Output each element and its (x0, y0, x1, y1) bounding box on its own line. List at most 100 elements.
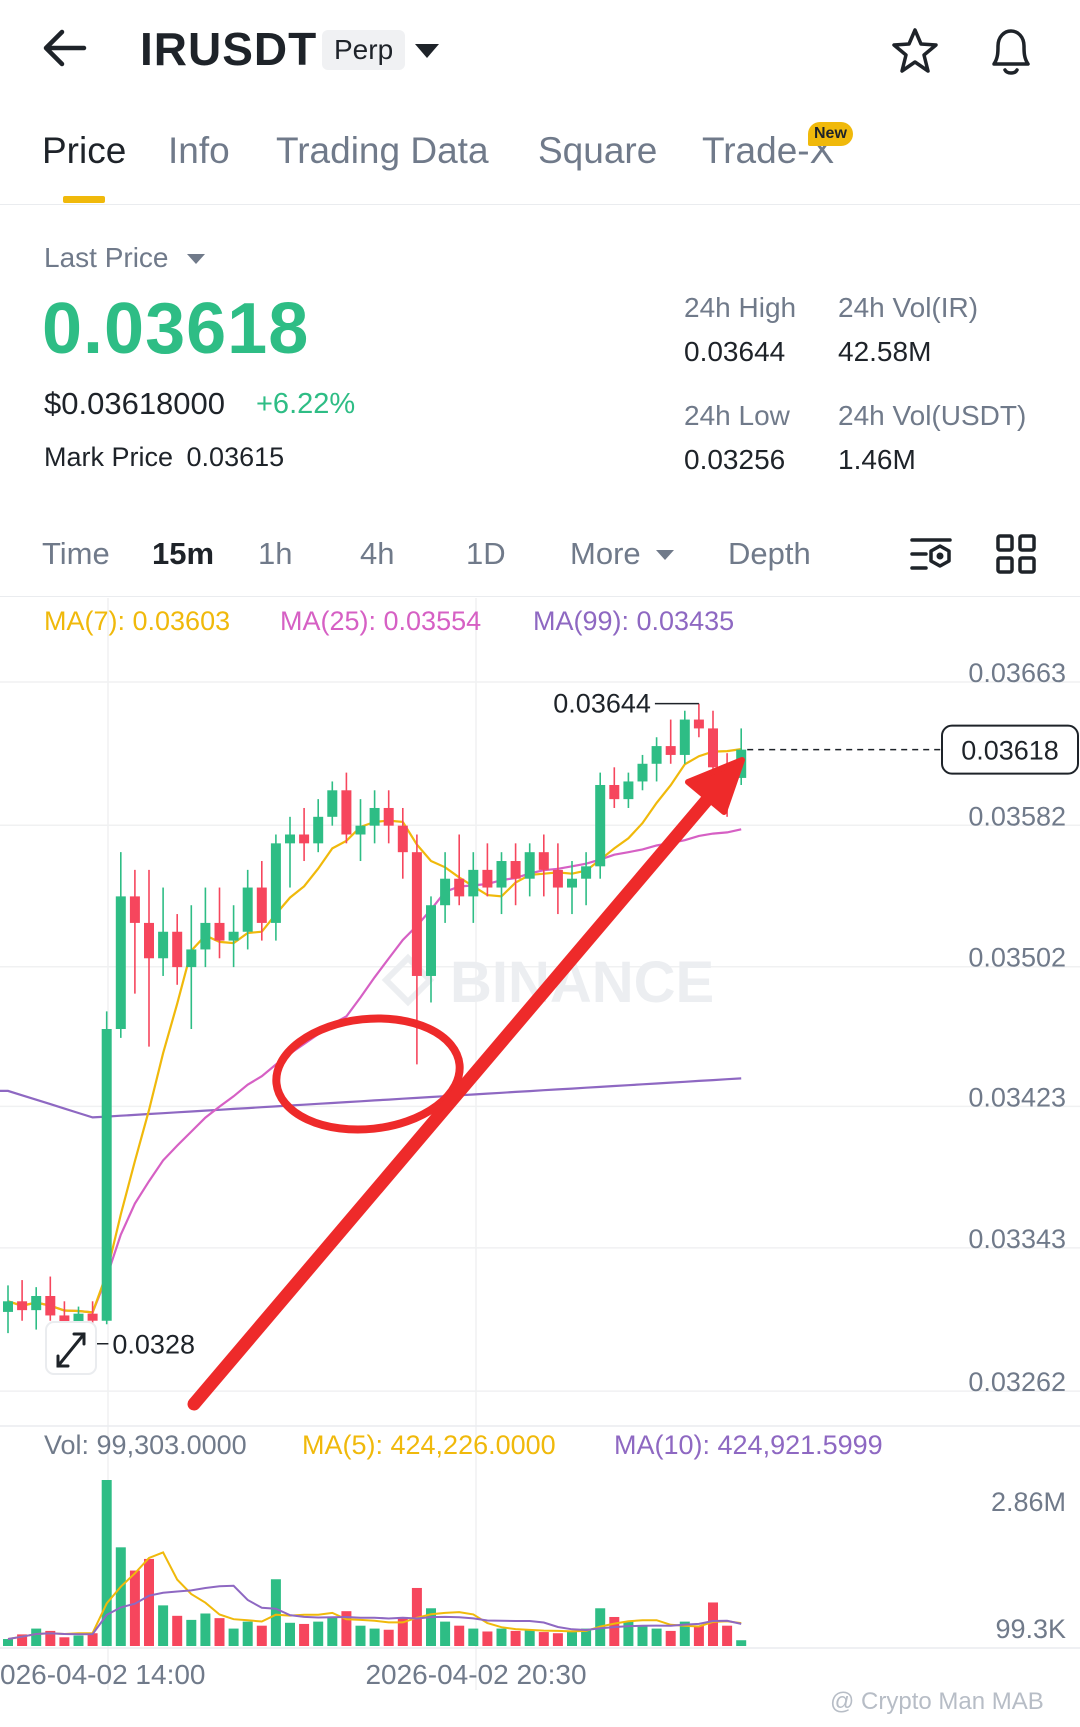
volume-bar (355, 1625, 366, 1646)
volume-bar (270, 1579, 281, 1646)
candle-body (200, 922, 211, 950)
volume-bar (736, 1640, 747, 1646)
volume-bar (665, 1630, 676, 1646)
candle-body (482, 869, 493, 888)
candle-body (693, 719, 704, 729)
volume-bar (186, 1619, 197, 1646)
candle-body (538, 852, 549, 870)
volume-bar (496, 1628, 507, 1646)
volume-axis-tick: 99.3K (995, 1614, 1066, 1644)
binance-logo-watermark (381, 953, 435, 1007)
volume-bar (454, 1625, 465, 1646)
volume-bar (313, 1621, 324, 1646)
volume-bar (200, 1613, 211, 1646)
volume-bar (708, 1602, 718, 1646)
binance-watermark: BINANCE (450, 950, 714, 1015)
candle-body (285, 834, 295, 844)
candle-body (3, 1301, 13, 1312)
candle-body (552, 869, 563, 888)
volume-bar (59, 1637, 70, 1646)
candle-body (144, 922, 154, 959)
price-axis-tick: 0.03262 (968, 1367, 1066, 1397)
candle-body (426, 905, 436, 976)
volume-bar (651, 1628, 662, 1646)
volume-bar (538, 1632, 549, 1646)
volume-bar (327, 1616, 338, 1646)
volume-bar (609, 1616, 620, 1646)
candle-body (158, 931, 169, 959)
candle-body (651, 746, 662, 764)
candle-body (510, 861, 521, 879)
current-price-tag: 0.03618 (961, 736, 1059, 766)
volume-bar (228, 1628, 239, 1646)
high-marker-label: 0.03644 (553, 689, 651, 719)
x-axis-tick: 026-04-02 14:00 (0, 1659, 206, 1690)
credit-watermark: @ Crypto Man MAB (830, 1688, 1044, 1715)
candle-body (369, 807, 380, 826)
volume-bar (3, 1639, 13, 1646)
volume-ma5-legend: MA(5): 424,226.0000 (302, 1430, 556, 1460)
volume-bar (440, 1621, 451, 1646)
candle-body (115, 896, 126, 1029)
ma25-legend: MA(25): 0.03554 (280, 606, 482, 636)
price-axis-tick: 0.03423 (968, 1082, 1066, 1112)
volume-bar (693, 1625, 704, 1646)
volume-bar (158, 1605, 169, 1646)
candle-body (45, 1295, 56, 1316)
candle-body (595, 784, 606, 867)
candle-body (637, 763, 648, 782)
volume-bar (468, 1628, 479, 1646)
volume-legend: Vol: 99,303.0000 (44, 1430, 247, 1460)
candle-body (17, 1301, 28, 1311)
x-axis-tick: 2026-04-02 20:30 (365, 1659, 586, 1690)
candle-body (186, 949, 197, 968)
candle-body (228, 931, 239, 941)
candle-body (172, 931, 183, 968)
candle-body (524, 852, 535, 879)
candle-body (313, 816, 324, 844)
candle-body (454, 878, 465, 897)
candle-body (411, 852, 422, 976)
price-axis-tick: 0.03663 (968, 658, 1066, 688)
candle-body (581, 866, 592, 879)
volume-bar (567, 1630, 577, 1646)
volume-bar (722, 1625, 733, 1646)
candle-body (665, 746, 676, 755)
volume-bar (637, 1625, 648, 1646)
volume-bar (73, 1635, 84, 1646)
volume-bar (31, 1628, 42, 1646)
volume-axis-tick: 2.86M (991, 1487, 1066, 1517)
candle-body (87, 1313, 98, 1321)
volume-bar (129, 1570, 140, 1646)
candle-body (299, 834, 310, 844)
volume-bar (369, 1628, 380, 1646)
candle-body (609, 784, 620, 800)
candle-body (270, 843, 281, 923)
candle-body (341, 790, 352, 835)
volume-bar (256, 1625, 267, 1646)
volume-bar (115, 1547, 126, 1646)
low-marker-label: 0.0328 (112, 1330, 195, 1360)
candle-body (708, 728, 718, 768)
volume-bar (242, 1621, 253, 1646)
candle-body (256, 887, 267, 923)
volume-bar (510, 1630, 521, 1646)
candle-body (355, 825, 366, 835)
candle-body (31, 1295, 42, 1311)
volume-bar (214, 1618, 225, 1646)
candle-body (567, 878, 577, 888)
ma7-legend: MA(7): 0.03603 (44, 606, 231, 636)
ma99-legend: MA(99): 0.03435 (533, 606, 735, 636)
candle-body (397, 825, 408, 853)
volume-bar (383, 1629, 394, 1646)
candle-body (679, 719, 690, 755)
candle-body (327, 790, 338, 817)
volume-bar (299, 1623, 310, 1646)
price-axis-tick: 0.03502 (968, 943, 1066, 973)
candlestick-chart[interactable]: 0.03663 0.03582 0.03502 0.03423 0.03343 0.032… (0, 0, 1080, 1727)
volume-ma10-legend: MA(10): 424,921.5999 (614, 1430, 883, 1460)
volume-bar (144, 1558, 154, 1646)
price-axis-tick: 0.03343 (968, 1224, 1066, 1254)
candle-body (496, 861, 507, 888)
volume-bar (285, 1622, 295, 1646)
